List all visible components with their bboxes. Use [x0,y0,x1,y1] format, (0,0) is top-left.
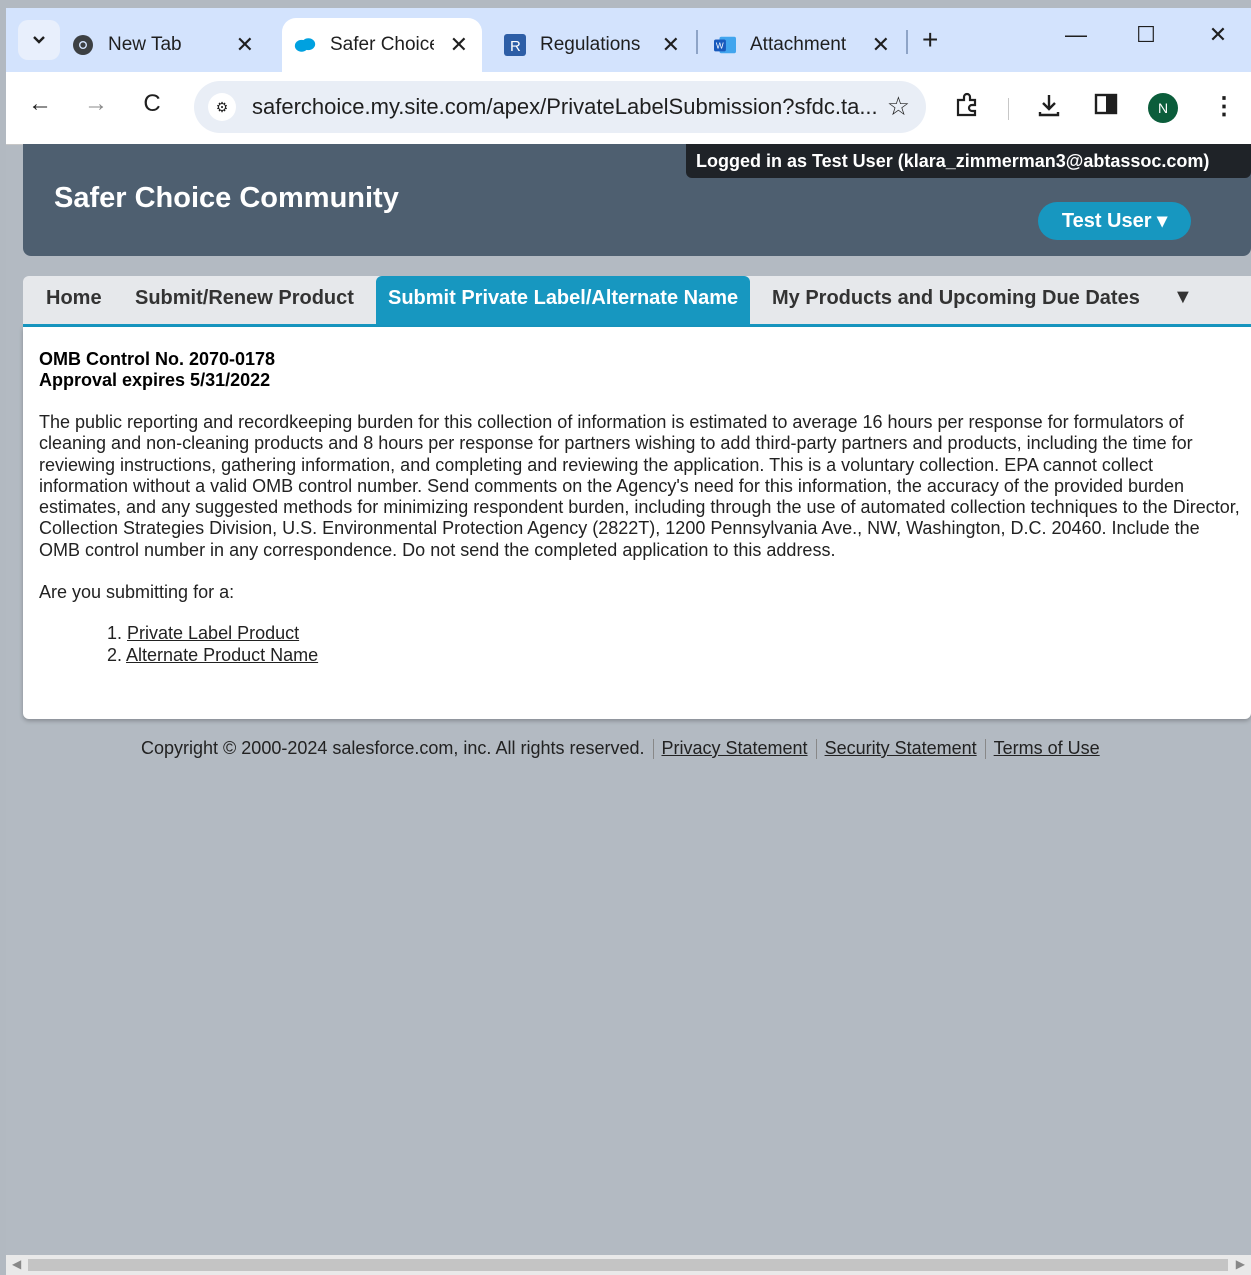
tab-safer-choice[interactable]: Safer Choice ✕ [282,18,482,72]
close-window-icon[interactable]: ✕ [1198,22,1238,48]
approval-expiry: Approval expires 5/31/2022 [39,370,271,390]
scroll-left-arrow-icon[interactable]: ◀ [12,1257,21,1271]
horizontal-scrollbar[interactable]: ◀ ▶ [6,1255,1251,1275]
user-menu-button[interactable]: Test User ▾ [1038,202,1191,240]
word-icon: W [714,34,736,56]
submission-options: 1. Private Label Product 2. Alternate Pr… [107,622,318,666]
forward-arrow-icon[interactable]: → [78,90,114,118]
minimize-icon[interactable]: — [1056,22,1096,48]
tab-new-tab[interactable]: New Tab ✕ [72,18,268,72]
tab-attachment[interactable]: W Attachment ✕ [714,18,904,72]
side-panel-icon[interactable] [1094,92,1118,123]
omb-info: OMB Control No. 2070-0178 Approval expir… [39,349,275,391]
list-item: 2. Alternate Product Name [107,645,319,665]
tab-title: Regulations [540,34,640,55]
nav-tab-my-products[interactable]: My Products and Upcoming Due Dates [772,276,1140,324]
regulations-r-icon: R [504,34,526,56]
footer-divider [652,739,654,760]
svg-text:W: W [716,42,724,51]
close-icon[interactable]: ✕ [662,32,680,58]
back-arrow-icon[interactable]: ← [22,90,58,118]
tab-separator [906,30,908,54]
logged-in-banner: Logged in as Test User (klara_zimmerman3… [686,144,1251,178]
site-settings-icon[interactable]: ⚙ [208,93,236,121]
nav-more-chevron-icon[interactable]: ▼ [1173,286,1193,309]
terms-of-use-link[interactable]: Terms of Use [994,738,1100,758]
tab-title: Attachment [750,34,847,55]
copyright-text: Copyright © 2000-2024 salesforce.com, in… [141,738,645,758]
reload-icon[interactable]: C [134,90,170,118]
tab-separator [696,30,698,54]
bookmark-star-icon[interactable]: ☆ [887,91,910,122]
private-label-product-link[interactable]: Private Label Product [127,623,299,643]
omb-control-number: OMB Control No. 2070-0178 [39,349,276,369]
maximize-icon[interactable]: ☐ [1126,22,1166,48]
page-title: Safer Choice Community [54,182,399,214]
nav-tab-home[interactable]: Home [46,276,102,324]
burden-statement: The public reporting and recordkeeping b… [39,412,1240,560]
footer: Copyright © 2000-2024 salesforce.com, in… [141,738,1100,760]
chrome-icon [72,34,94,56]
footer-divider [815,739,817,760]
community-header: Safer Choice Community Logged in as Test… [23,144,1251,256]
profile-avatar[interactable]: N [1148,93,1178,123]
nav-tab-private-label[interactable]: Submit Private Label/Alternate Name [376,276,751,324]
close-icon[interactable]: ✕ [872,32,890,58]
svg-text:R: R [510,38,521,55]
footer-divider [984,739,986,760]
extensions-puzzle-icon[interactable] [954,92,980,125]
new-tab-plus-icon[interactable]: + [922,26,938,54]
tab-strip: New Tab ✕ Safer Choice ✕ R Regulations ✕… [6,8,1251,72]
tab-regulations[interactable]: R Regulations ✕ [504,18,694,72]
tab-title: Safer Choice [330,34,434,55]
tab-title: New Tab [108,34,182,55]
browser-toolbar: ← → C ⚙ saferchoice.my.site.com/apex/Pri… [6,72,1251,145]
download-icon[interactable] [1036,92,1062,125]
menu-dots-icon[interactable]: ⋮ [1212,92,1236,121]
salesforce-cloud-icon [294,34,316,56]
tab-search-chevron-icon[interactable] [18,20,60,60]
browser-window: New Tab ✕ Safer Choice ✕ R Regulations ✕… [6,8,1251,1275]
scroll-right-arrow-icon[interactable]: ▶ [1236,1257,1245,1271]
list-item: 1. Private Label Product [107,623,300,643]
url-text[interactable]: saferchoice.my.site.com/apex/PrivateLabe… [252,94,878,120]
main-content: OMB Control No. 2070-0178 Approval expir… [23,327,1251,719]
submission-question: Are you submitting for a: [39,582,235,602]
alternate-product-name-link[interactable]: Alternate Product Name [126,645,318,665]
nav-tab-submit-renew[interactable]: Submit/Renew Product [135,276,354,324]
address-bar[interactable]: ⚙ saferchoice.my.site.com/apex/PrivateLa… [194,81,926,133]
close-icon[interactable]: ✕ [236,32,254,58]
community-nav: Home Submit/Renew Product Submit Private… [23,276,1251,327]
privacy-statement-link[interactable]: Privacy Statement [662,738,808,758]
scrollbar-thumb[interactable] [28,1259,1228,1271]
security-statement-link[interactable]: Security Statement [825,738,977,758]
toolbar-divider [1008,98,1009,120]
close-icon[interactable]: ✕ [450,32,468,58]
